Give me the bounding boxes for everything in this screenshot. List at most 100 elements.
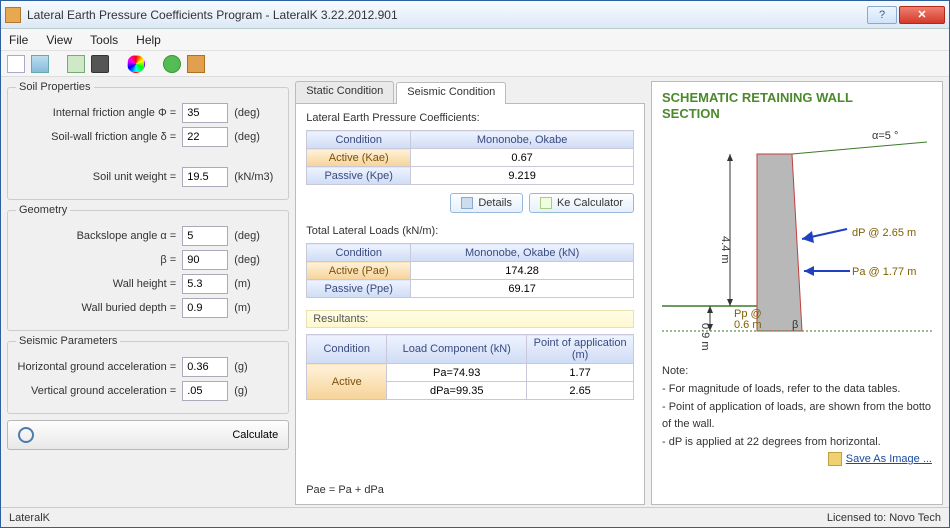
window-title: Lateral Earth Pressure Coefficients Prog… (27, 8, 867, 22)
vga-label: Vertical ground acceleration = (31, 385, 176, 397)
height-label: Wall height = (113, 278, 177, 290)
alpha-input[interactable] (182, 226, 228, 246)
note-4: - dP is applied at 22 degrees from horiz… (662, 436, 932, 450)
phi-input[interactable] (182, 103, 228, 123)
menu-file[interactable]: File (9, 33, 28, 47)
delta-label: Soil-wall friction angle δ = (51, 131, 176, 143)
tab-seismic[interactable]: Seismic Condition (396, 82, 506, 104)
dp-label: dP @ 2.65 m (852, 227, 916, 239)
hga-label: Horizontal ground acceleration = (18, 361, 177, 373)
schematic-panel: SCHEMATIC RETAINING WALL SECTION α=5 ° 4… (651, 81, 943, 505)
beta-text: β (792, 319, 798, 331)
geom-legend: Geometry (16, 204, 70, 216)
gamma-unit: (kN/m3) (234, 171, 280, 183)
height-unit: (m) (234, 278, 280, 290)
buried-unit: (m) (234, 302, 280, 314)
pp-label2: 0.6 m (734, 319, 762, 331)
calc-icon (540, 197, 552, 209)
app-icon (5, 7, 21, 23)
ppe-val: 69.17 (411, 280, 634, 298)
height-input[interactable] (182, 274, 228, 294)
phi-unit: (deg) (234, 107, 280, 119)
buried-input[interactable] (182, 298, 228, 318)
pae-lbl: Active (Pae) (307, 262, 411, 280)
kpe-val: 9.219 (411, 167, 634, 185)
cond-hdr: Condition (307, 131, 411, 149)
schematic-svg: α=5 ° 4.4 m 0.9 m dP @ 2.65 m (662, 121, 932, 361)
note-2: - Point of application of loads, are sho… (662, 401, 932, 415)
kpe-lbl: Passive (Kpe) (307, 167, 411, 185)
menu-view[interactable]: View (46, 33, 72, 47)
help-icon[interactable] (163, 55, 181, 73)
cond-hdr2: Condition (307, 244, 411, 262)
color-icon[interactable] (127, 55, 145, 73)
note-1: - For magnitude of loads, refer to the d… (662, 383, 932, 397)
help-button[interactable]: ? (867, 6, 897, 24)
calculate-button[interactable]: Calculate (7, 420, 289, 450)
details-button[interactable]: Details (450, 193, 523, 213)
schematic-title2: SECTION (662, 106, 932, 122)
print-icon[interactable] (91, 55, 109, 73)
save-icon (828, 452, 842, 466)
beta-unit: (deg) (234, 254, 280, 266)
loads-table: ConditionMononobe, Okabe (kN) Active (Pa… (306, 243, 634, 298)
delta-input[interactable] (182, 127, 228, 147)
exit-icon[interactable] (187, 55, 205, 73)
tab-body: Lateral Earth Pressure Coefficients: Con… (295, 103, 645, 505)
pa-val: Pa=74.93 (387, 364, 527, 382)
beta-label: β = (160, 254, 176, 266)
calc-label: Calculate (42, 429, 278, 441)
gamma-input[interactable] (182, 167, 228, 187)
grid-icon[interactable] (31, 55, 49, 73)
status-left: LateralK (9, 512, 50, 524)
note-3: of the wall. (662, 418, 932, 432)
resultants-table: Condition Load Component (kN) Point of a… (306, 334, 634, 400)
close-button[interactable]: ✕ (899, 6, 945, 24)
buried-label: Wall buried depth = (82, 302, 177, 314)
statusbar: LateralK Licensed to: Novo Tech (1, 507, 949, 527)
alpha-text: α=5 ° (872, 130, 898, 142)
note-header: Note: (662, 365, 932, 379)
loadcomp-hdr: Load Component (kN) (387, 335, 527, 364)
seismic-group: Seismic Parameters Horizontal ground acc… (7, 335, 289, 414)
kae-val: 0.67 (411, 149, 634, 167)
export-icon[interactable] (67, 55, 85, 73)
coeffs-table: ConditionMononobe, Okabe Active (Kae)0.6… (306, 130, 634, 185)
soil-properties-group: Soil Properties Internal friction angle … (7, 81, 289, 200)
schematic-title1: SCHEMATIC RETAINING WALL (662, 90, 932, 106)
menu-tools[interactable]: Tools (90, 33, 118, 47)
delta-unit: (deg) (234, 131, 280, 143)
new-icon[interactable] (7, 55, 25, 73)
dpa-poa: 2.65 (527, 382, 634, 400)
soil-legend: Soil Properties (16, 81, 94, 93)
ke-calc-button[interactable]: Ke Calculator (529, 193, 634, 213)
dpa-val: dPa=99.35 (387, 382, 527, 400)
save-image-link[interactable]: Save As Image ... (662, 452, 932, 466)
poa-hdr: Point of application (m) (527, 335, 634, 364)
ppe-lbl: Passive (Ppe) (307, 280, 411, 298)
cond-hdr3: Condition (307, 335, 387, 364)
beta-input[interactable] (182, 250, 228, 270)
tab-static[interactable]: Static Condition (295, 81, 394, 103)
alpha-label: Backslope angle α = (77, 230, 177, 242)
hga-input[interactable] (182, 357, 228, 377)
seis-legend: Seismic Parameters (16, 335, 120, 347)
vga-unit: (g) (234, 385, 280, 397)
details-icon (461, 197, 473, 209)
vga-input[interactable] (182, 381, 228, 401)
h-main: 4.4 m (719, 236, 731, 264)
kae-lbl: Active (Kae) (307, 149, 411, 167)
status-right: Licensed to: Novo Tech (827, 512, 941, 524)
gamma-label: Soil unit weight = (93, 171, 176, 183)
formula: Pae = Pa + dPa (306, 484, 634, 496)
pae-val: 174.28 (411, 262, 634, 280)
method-hdr: Mononobe, Okabe (411, 131, 634, 149)
loads-label: Total Lateral Loads (kN/m): (306, 225, 634, 237)
menu-help[interactable]: Help (136, 33, 161, 47)
pa-label: Pa @ 1.77 m (852, 266, 916, 278)
hga-unit: (g) (234, 361, 280, 373)
alpha-unit: (deg) (234, 230, 280, 242)
h-bur: 0.9 m (699, 323, 711, 351)
phi-label: Internal friction angle Φ = (53, 107, 176, 119)
gear-icon (18, 427, 34, 443)
